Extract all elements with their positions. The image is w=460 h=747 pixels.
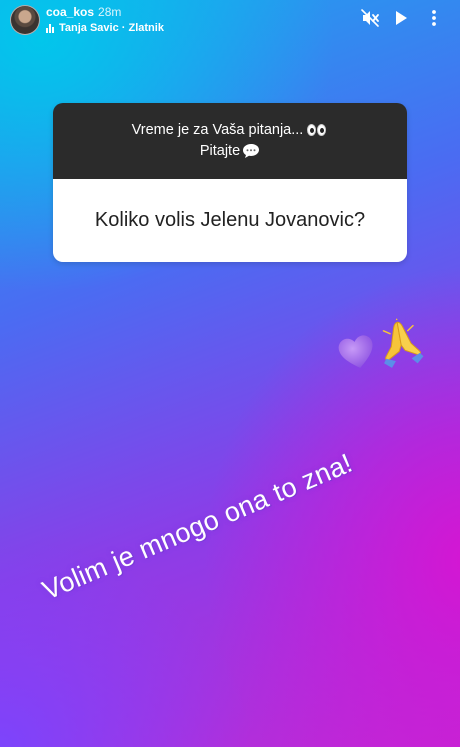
mute-icon[interactable] <box>360 8 380 28</box>
post-time: 28m <box>98 5 122 19</box>
purple-heart-icon <box>338 335 373 368</box>
music-bars-icon <box>46 23 54 33</box>
question-prompt-line2: Pitajte <box>53 141 407 162</box>
praying-hands-icon <box>382 318 424 368</box>
answer-text: Volim je mnogo ona to zna! <box>38 447 357 606</box>
question-prompt-line1: Vreme je za Vaša pitanja... <box>53 120 407 141</box>
speech-bubble-icon <box>243 144 260 159</box>
username[interactable]: coa_kos <box>46 5 94 19</box>
story-header: coa_kos 28m Tanja Savic · Zlatnik <box>0 0 460 44</box>
question-sticker-header: Vreme je za Vaša pitanja... Pitajte <box>53 103 407 179</box>
question-sticker[interactable]: Vreme je za Vaša pitanja... Pitajte Koli… <box>53 103 407 262</box>
avatar[interactable] <box>10 5 40 35</box>
story-author: coa_kos 28m <box>46 5 121 19</box>
music-sticker[interactable]: Tanja Savic · Zlatnik <box>46 22 164 34</box>
story-view[interactable]: coa_kos 28m Tanja Savic · Zlatnik Vreme j… <box>0 0 460 747</box>
eyes-emoji-icon <box>306 124 328 137</box>
more-options-icon[interactable] <box>424 8 444 28</box>
question-text: Koliko volis Jelenu Jovanovic? <box>53 179 407 262</box>
play-icon[interactable] <box>390 8 410 28</box>
music-title: Tanja Savic · Zlatnik <box>59 22 164 34</box>
